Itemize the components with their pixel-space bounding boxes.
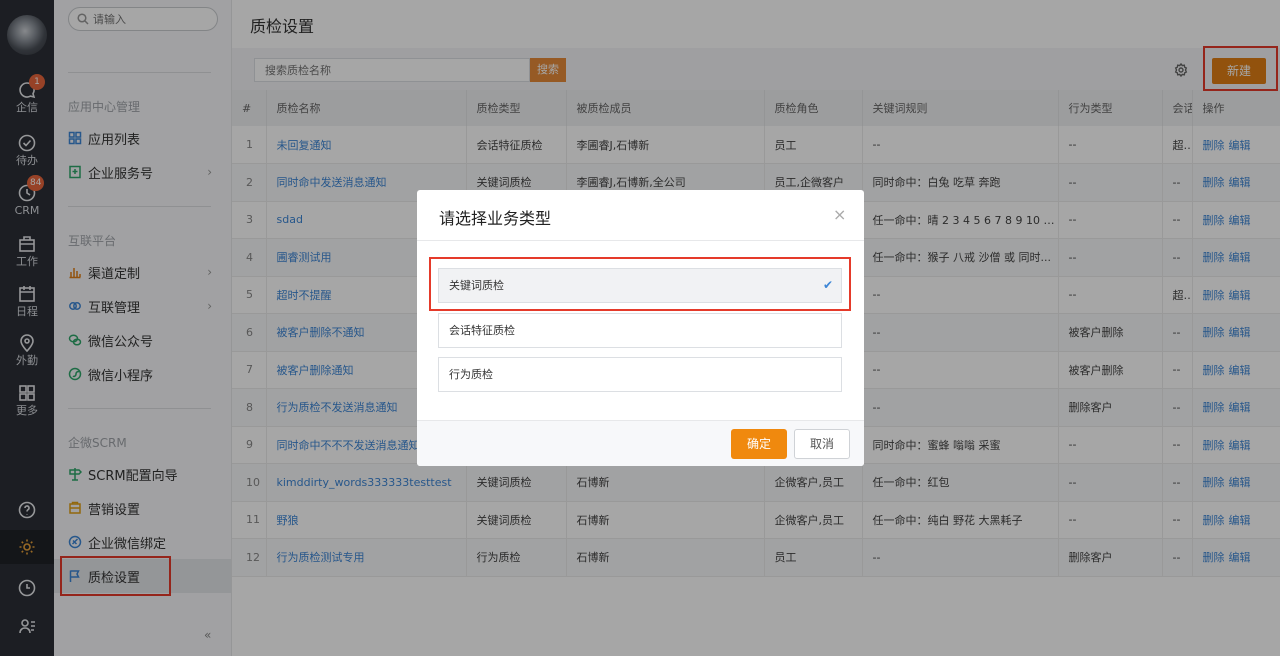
option-keyword-qc[interactable]: 关键词质检 ✔	[438, 268, 842, 303]
business-type-dialog: 请选择业务类型 × 关键词质检 ✔ 会话特征质检 行为质检 确定 取消	[417, 190, 864, 466]
checkmark-icon: ✔	[822, 278, 833, 292]
dialog-title: 请选择业务类型	[439, 209, 552, 228]
cancel-button[interactable]: 取消	[794, 429, 850, 459]
option-behavior-qc[interactable]: 行为质检	[438, 357, 842, 392]
dialog-footer: 确定 取消	[417, 420, 864, 466]
modal-overlay[interactable]: 请选择业务类型 × 关键词质检 ✔ 会话特征质检 行为质检 确定 取消	[0, 0, 1280, 656]
dialog-divider	[417, 240, 864, 241]
close-icon[interactable]: ×	[833, 205, 846, 224]
confirm-button[interactable]: 确定	[731, 429, 787, 459]
option-session-feature-qc[interactable]: 会话特征质检	[438, 313, 842, 348]
